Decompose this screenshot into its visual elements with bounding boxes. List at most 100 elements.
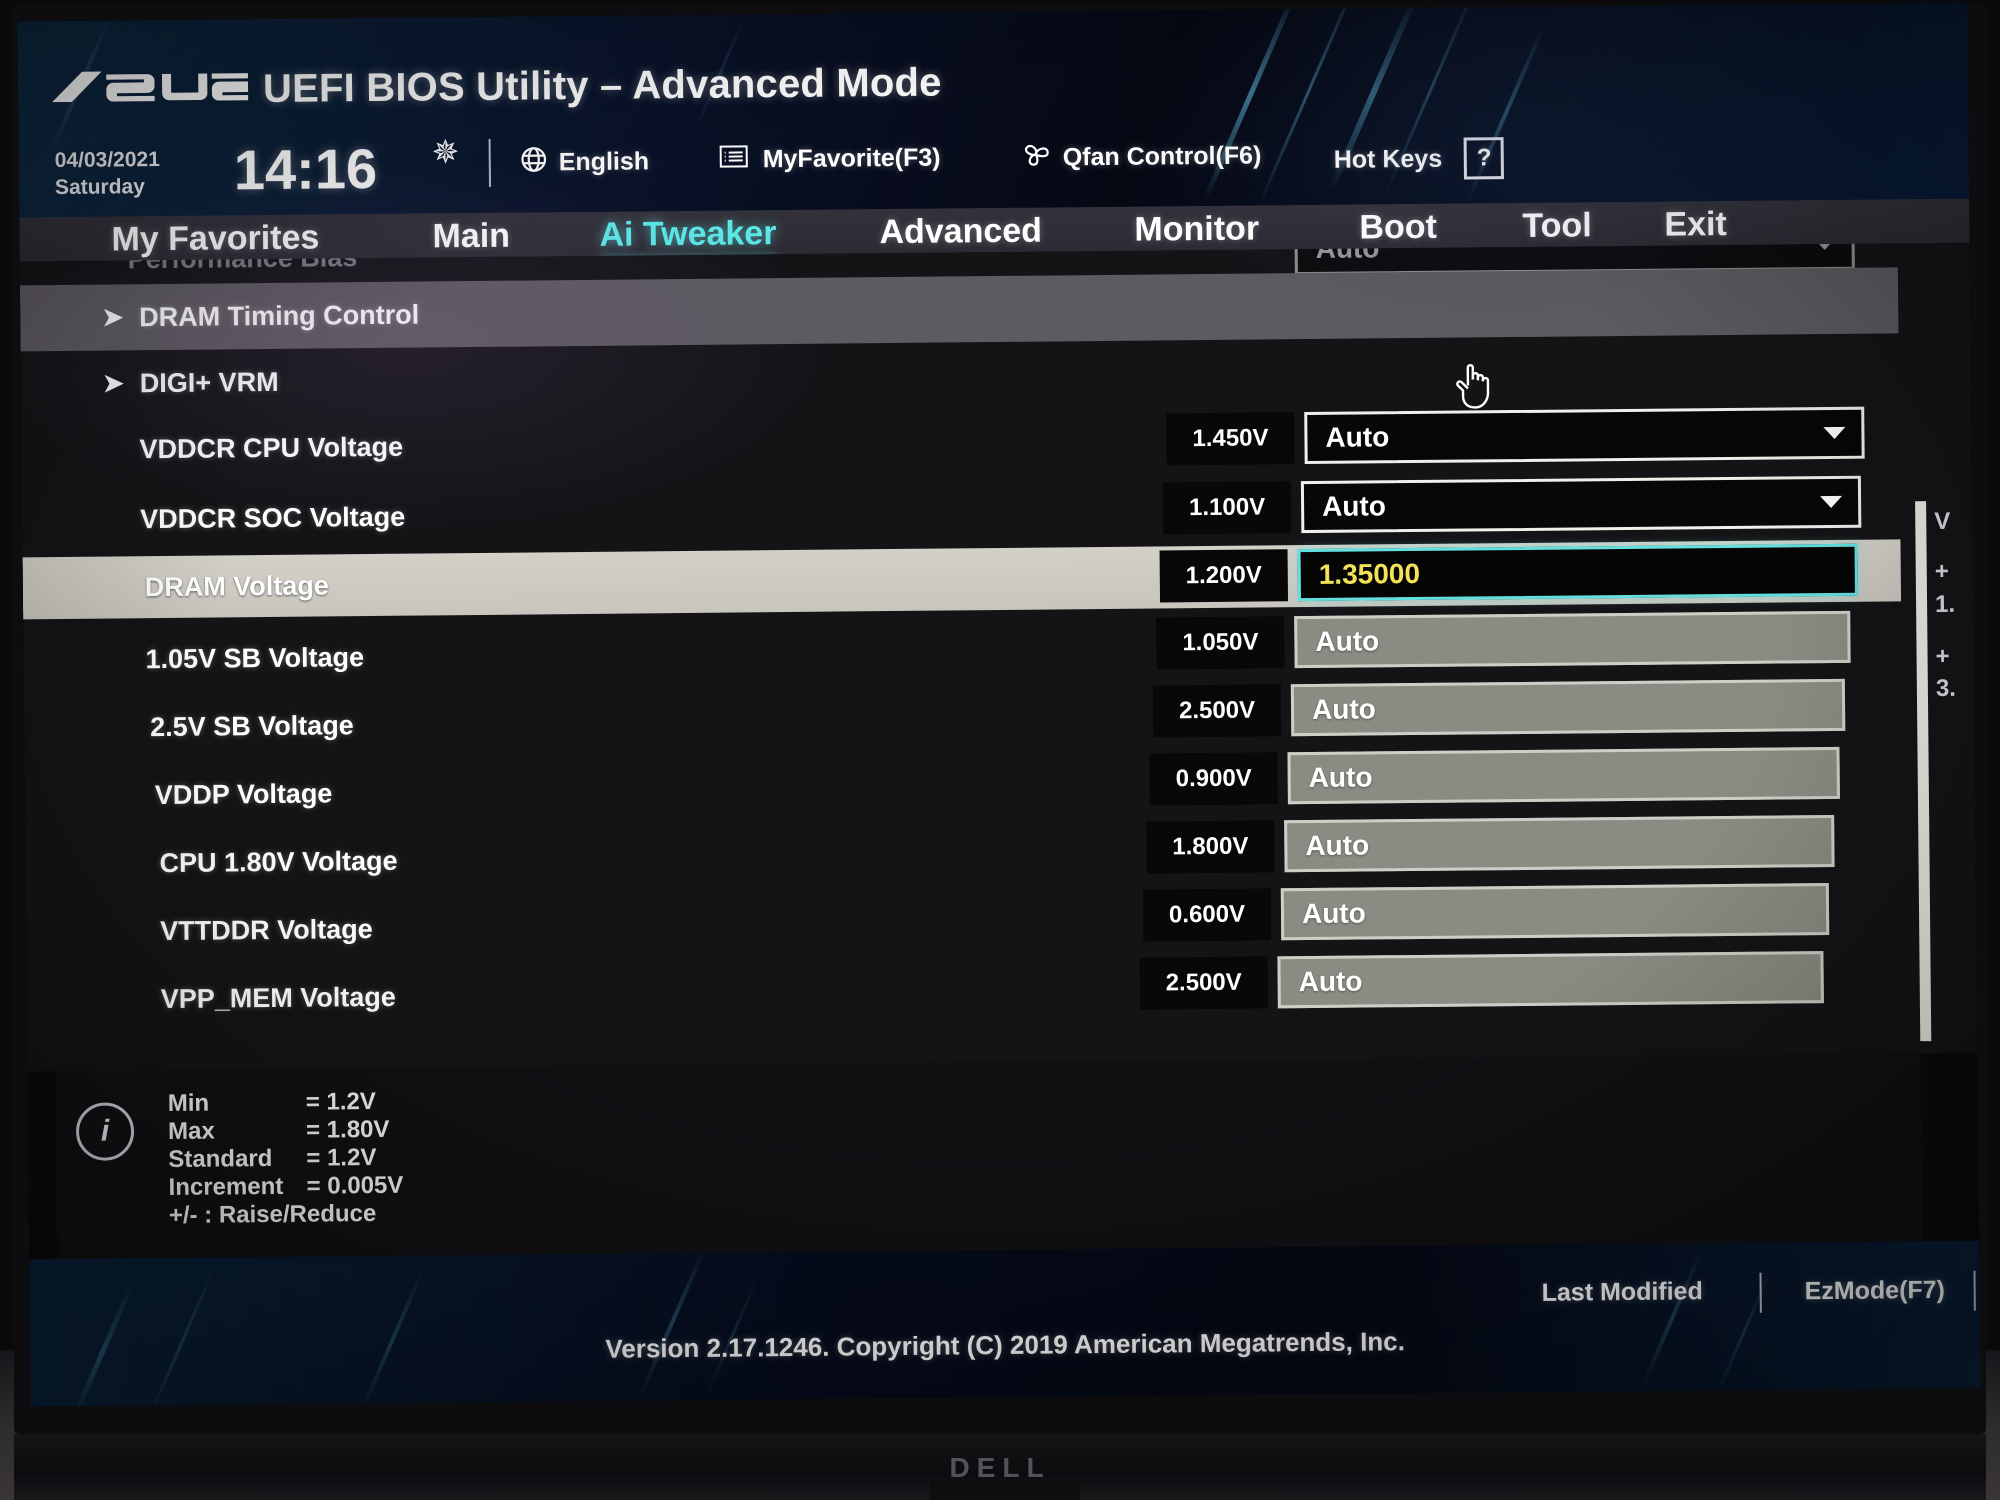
field-value: Auto (1301, 897, 1366, 930)
tab-monitor[interactable]: Monitor (1134, 209, 1259, 249)
field-vpp-mem-voltage[interactable]: Auto (1277, 951, 1824, 1009)
chevron-down-icon (1813, 242, 1836, 251)
hot-keys-button[interactable]: Hot Keys ? (1334, 137, 1505, 181)
field-value: Auto (1305, 829, 1370, 862)
spec-value: 2.500V (1139, 956, 1268, 1010)
field-value: Auto (1308, 761, 1373, 794)
ez-mode-button[interactable]: EzMode(F7) (1805, 1276, 1946, 1306)
tab-tool[interactable]: Tool (1522, 206, 1592, 246)
chevron-down-icon (1823, 426, 1846, 440)
screen-area: UEFI BIOS Utility – Advanced Mode 04/03/… (17, 2, 1981, 1407)
date-text: 04/03/2021 (54, 148, 160, 173)
qfan-control-button[interactable]: Qfan Control(F6) (1019, 137, 1262, 176)
info-icon: i (75, 1102, 135, 1161)
favorites-list-icon (719, 142, 753, 177)
help-text: Min = 1.2V Max = 1.80V Standard = 1.2V I… (168, 1088, 404, 1230)
row-label: VDDCR CPU Voltage (139, 431, 404, 464)
row-label: DRAM Timing Control (139, 299, 420, 332)
row-label: VPP_MEM Voltage (160, 981, 396, 1014)
submenu-arrow-icon: ➤ (102, 303, 124, 332)
datetime-block: 04/03/2021 Saturday (55, 146, 161, 201)
gear-icon[interactable]: ✵ (431, 132, 459, 171)
tab-my-favorites[interactable]: My Favorites (111, 219, 319, 260)
spec-value: 1.050V (1156, 616, 1285, 670)
help-key: Max (167, 1117, 215, 1145)
help-row: Standard = 1.2V (168, 1144, 403, 1174)
my-favorite-label: MyFavorite(F3) (762, 143, 941, 174)
right-edge-column: V + 1. + 3. (1928, 243, 1978, 1053)
help-hint: +/- : Raise/Reduce (168, 1200, 377, 1229)
header-divider (488, 138, 492, 187)
mouse-cursor (1453, 355, 1500, 411)
spec-value: 1.200V (1159, 549, 1289, 603)
help-row: Increment = 0.005V (168, 1172, 403, 1202)
spec-value: 1.450V (1166, 412, 1295, 466)
language-label: English (558, 147, 650, 177)
help-value: = 1.80V (305, 1115, 390, 1144)
language-selector[interactable]: English (519, 143, 650, 181)
row-label: CPU 1.80V Voltage (159, 845, 398, 878)
asus-logo (50, 64, 250, 108)
tab-main[interactable]: Main (432, 217, 510, 257)
dropdown-vddcr-soc-voltage[interactable]: Auto (1300, 475, 1862, 534)
edge-fragment: 3. (1935, 674, 1957, 703)
chevron-down-icon (1820, 495, 1843, 509)
row-label: 2.5V SB Voltage (150, 709, 354, 742)
edge-fragment: + (1935, 642, 1950, 671)
dropdown-vddcr-cpu-voltage[interactable]: Auto (1304, 406, 1865, 465)
last-modified-button[interactable]: Last Modified (1542, 1277, 1703, 1308)
row-label: 1.05V SB Voltage (145, 641, 365, 674)
tab-advanced[interactable]: Advanced (879, 212, 1042, 253)
help-key: Min (167, 1089, 210, 1117)
help-key: Standard (168, 1144, 273, 1173)
footer-divider (1973, 1270, 1976, 1311)
field-vddp-voltage[interactable]: Auto (1287, 746, 1840, 805)
field-value: Auto (1311, 693, 1376, 725)
row-label: DRAM Voltage (144, 569, 329, 602)
my-favorite-button[interactable]: MyFavorite(F3) (719, 141, 941, 178)
field-value: Auto (1315, 625, 1380, 657)
field-cpu-1-80v-voltage[interactable]: Auto (1284, 814, 1835, 873)
edge-fragment: 1. (1934, 590, 1956, 619)
spec-value: 1.100V (1162, 481, 1292, 535)
spec-value: 1.800V (1146, 820, 1275, 874)
dropdown-value: Auto (1321, 490, 1387, 522)
help-key: Increment (168, 1172, 284, 1201)
hot-keys-help-icon[interactable]: ? (1463, 137, 1505, 180)
settings-list: Performance Bias Auto ➤ DRAM Timing Cont… (19, 242, 1978, 1072)
footer-divider (1759, 1272, 1762, 1313)
tab-boot[interactable]: Boot (1359, 208, 1437, 248)
page-title: UEFI BIOS Utility – Advanced Mode (262, 60, 942, 112)
help-hint-row: +/- : Raise/Reduce (169, 1200, 404, 1230)
row-label: DIGI+ VRM (139, 366, 279, 398)
help-value: = 1.2V (305, 1088, 376, 1116)
hot-keys-label: Hot Keys (1333, 144, 1443, 174)
edge-fragment: + (1934, 557, 1949, 586)
row-label: VDDCR SOC Voltage (140, 501, 406, 534)
weekday-text: Saturday (54, 175, 145, 200)
fan-icon (1019, 139, 1053, 176)
field-1-05v-sb-voltage[interactable]: Auto (1294, 610, 1851, 669)
clock-text: 14:16 (233, 136, 378, 202)
field-2-5v-sb-voltage[interactable]: Auto (1290, 678, 1846, 737)
row-label: VDDP Voltage (154, 777, 333, 810)
help-row: Min = 1.2V (168, 1088, 403, 1118)
dropdown-value: Auto (1325, 421, 1390, 453)
edge-fragment: V (1934, 507, 1951, 536)
spec-value: 0.600V (1142, 888, 1272, 942)
field-value: Auto (1298, 965, 1363, 998)
spec-value: 2.500V (1152, 684, 1282, 738)
row-label: VTTDDR Voltage (159, 913, 373, 946)
field-vttddr-voltage[interactable]: Auto (1280, 883, 1830, 941)
monitor-stand (930, 1480, 1080, 1500)
help-value: = 0.005V (306, 1171, 404, 1200)
input-dram-voltage[interactable]: 1.35000 (1297, 543, 1858, 602)
tab-exit[interactable]: Exit (1664, 205, 1727, 245)
qfan-label: Qfan Control(F6) (1062, 141, 1262, 172)
tab-ai-tweaker[interactable]: Ai Tweaker (599, 214, 776, 255)
spec-value: 0.900V (1149, 752, 1278, 806)
help-value: = 1.2V (306, 1143, 377, 1172)
help-row: Max = 1.80V (168, 1116, 403, 1146)
input-value: 1.35000 (1318, 557, 1421, 590)
submenu-arrow-icon: ➤ (102, 369, 124, 398)
